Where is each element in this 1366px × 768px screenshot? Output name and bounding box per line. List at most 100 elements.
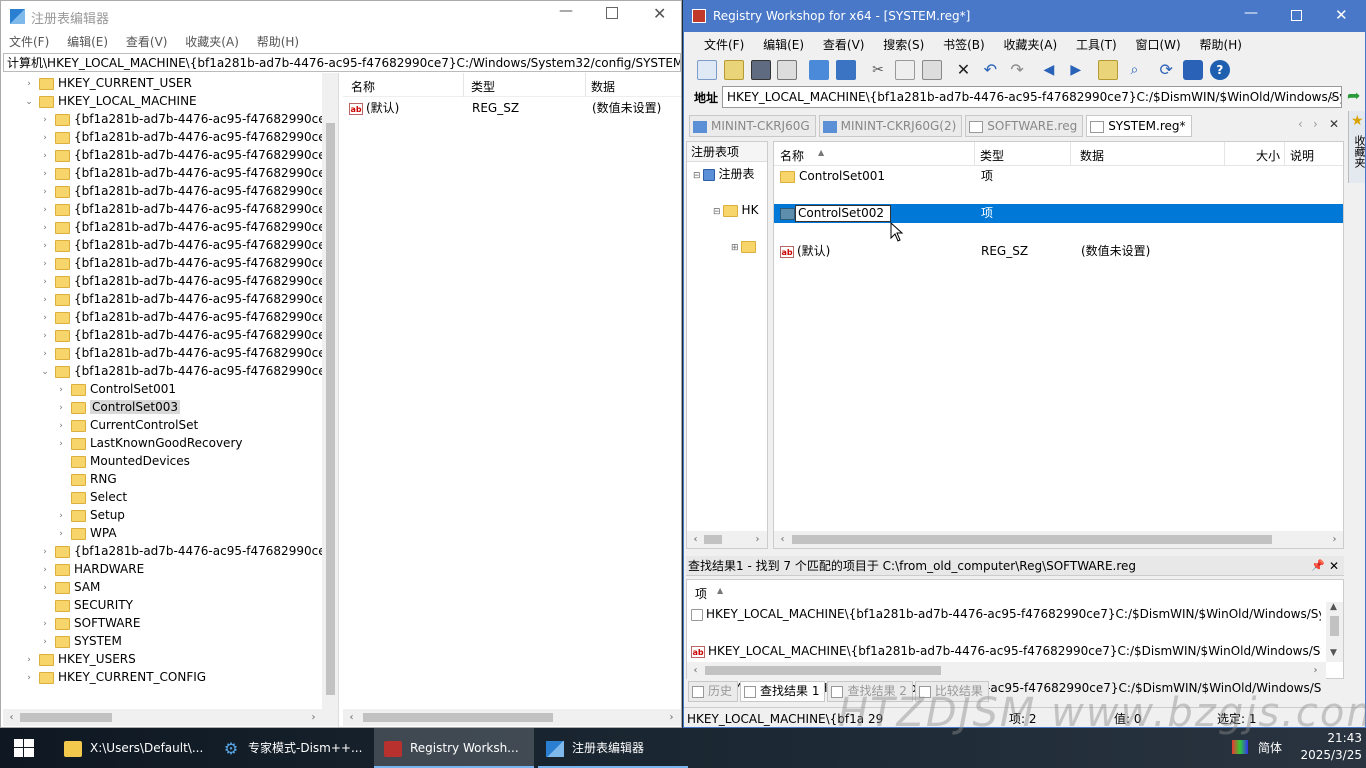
expand-chevron-icon[interactable]: › [55, 399, 67, 417]
taskbar-item-registry-workshop[interactable]: Registry Worksh... [374, 728, 534, 768]
taskbar-item-regedit[interactable]: 注册表编辑器 [538, 728, 688, 768]
expand-chevron-icon[interactable]: › [39, 543, 51, 561]
connect-icon[interactable] [809, 60, 830, 80]
find-hscroll-thumb[interactable] [705, 666, 941, 675]
expand-chevron-icon[interactable]: › [39, 309, 51, 327]
col-type[interactable]: 类型 [471, 78, 495, 95]
expand-chevron-icon[interactable]: › [39, 219, 51, 237]
tree-node-root[interactable]: ⊟ 注册表 [693, 165, 773, 183]
tree-hscroll-thumb[interactable] [20, 713, 112, 722]
expand-chevron-icon[interactable]: › [39, 615, 51, 633]
close-button[interactable]: ✕ [653, 4, 666, 23]
find-icon[interactable]: ⌕ [1124, 60, 1144, 80]
expand-chevron-icon[interactable]: › [39, 327, 51, 345]
menu-bookmarks[interactable]: 书签(B) [943, 36, 985, 54]
menu-edit[interactable]: 编辑(E) [763, 36, 804, 54]
find-row[interactable]: ab HKEY_LOCAL_MACHINE\{bf1a281b-ad7b-4476… [691, 642, 1321, 660]
menu-view[interactable]: 查看(V) [823, 36, 865, 54]
expand-chevron-icon[interactable]: ⌄ [39, 363, 51, 381]
tree-node[interactable]: › {bf1a281b-ad7b-4476-ac95-f47682990ce7 [3, 236, 333, 254]
tree-node[interactable]: › {bf1a281b-ad7b-4476-ac95-f47682990ce7 [3, 146, 333, 164]
forward-icon[interactable]: ▶ [1066, 60, 1086, 80]
bottom-tab[interactable]: 查找结果 1 [740, 681, 826, 702]
tab-next-icon[interactable]: › [1313, 117, 1318, 131]
up-level-icon[interactable] [1097, 60, 1118, 80]
menu-favorites[interactable]: 收藏夹(A) [1004, 36, 1058, 54]
scroll-left-icon[interactable]: ‹ [687, 662, 704, 679]
options-icon[interactable] [1183, 60, 1204, 80]
tree-node[interactable]: ⌄ HKEY_LOCAL_MACHINE [3, 92, 323, 110]
panel-close-icon[interactable]: ✕ [1329, 559, 1339, 573]
menu-window[interactable]: 窗口(W) [1135, 36, 1180, 54]
col-name[interactable]: 名称 [351, 78, 375, 95]
scroll-left-icon[interactable]: ‹ [774, 531, 791, 548]
favorites-sidebar[interactable]: ★ 收藏夹 [1348, 111, 1365, 183]
maximize-button[interactable] [1291, 10, 1302, 21]
expand-chevron-icon[interactable]: › [39, 579, 51, 597]
rw-list-hscrollbar[interactable]: ‹ › [774, 531, 1343, 548]
open-icon[interactable] [723, 60, 744, 80]
taskbar-item-dism[interactable]: ⚙ 专家模式-Dism++... [214, 728, 370, 768]
value-row[interactable]: ab (默认) REG_SZ (数值未设置) [349, 99, 679, 117]
minimize-button[interactable]: — [559, 3, 579, 19]
col-description[interactable]: 说明 [1290, 147, 1314, 164]
doc-tab[interactable]: SYSTEM.reg* [1086, 115, 1192, 137]
tree-node[interactable]: › SYSTEM [3, 632, 323, 650]
save-icon[interactable] [750, 60, 771, 80]
rw-list-hscroll-thumb[interactable] [792, 535, 1272, 544]
address-bar[interactable]: 计算机\HKEY_LOCAL_MACHINE\{bf1a281b-ad7b-44… [3, 53, 681, 72]
col-data[interactable]: 数据 [591, 78, 615, 95]
expand-chevron-icon[interactable]: › [55, 525, 67, 543]
expand-chevron-icon[interactable]: › [23, 651, 35, 669]
doc-tab[interactable]: SOFTWARE.reg [965, 115, 1084, 137]
expand-chevron-icon[interactable]: › [39, 201, 51, 219]
expand-chevron-icon[interactable]: › [55, 507, 67, 525]
find-vscroll-thumb[interactable] [1330, 616, 1339, 636]
tab-prev-icon[interactable]: ‹ [1298, 117, 1303, 131]
regedit-titlebar[interactable]: 注册表编辑器 — ✕ [1, 1, 681, 32]
expand-chevron-icon[interactable]: › [39, 633, 51, 651]
col-data[interactable]: 数据 [1080, 147, 1104, 164]
find-vscrollbar[interactable]: ▲ ▼ [1326, 602, 1343, 662]
tree-node[interactable]: › {bf1a281b-ad7b-4476-ac95-f47682990ce7 [3, 308, 333, 327]
tree-node[interactable]: › SOFTWARE [3, 614, 323, 632]
rw-titlebar[interactable]: Registry Workshop for x64 - [SYSTEM.reg*… [684, 1, 1365, 32]
pin-icon[interactable]: 📌 [1311, 559, 1325, 572]
tree-node[interactable]: › {bf1a281b-ad7b-4476-ac95-f47682990ce7 [3, 272, 333, 290]
list-row-controlset001[interactable]: ControlSet001 项 [774, 167, 1343, 185]
tree-node[interactable]: Select [3, 488, 323, 506]
menu-help[interactable]: 帮助(H) [257, 33, 299, 51]
find-col-item[interactable]: 项 [695, 585, 707, 602]
tree-node[interactable]: › {bf1a281b-ad7b-4476-ac95-f47682990ce7 [3, 110, 333, 128]
help-icon[interactable]: ? [1209, 60, 1230, 80]
expand-chevron-icon[interactable]: › [39, 561, 51, 579]
back-icon[interactable]: ◀ [1039, 60, 1059, 80]
ime-indicator[interactable]: 简体 [1258, 739, 1282, 756]
expand-chevron-icon[interactable]: › [23, 75, 35, 93]
start-button[interactable] [0, 728, 48, 768]
values-hscroll-thumb[interactable] [363, 713, 553, 722]
tree-vscroll-thumb[interactable] [326, 123, 335, 695]
list-row-editing[interactable]: ControlSet002 项 [774, 204, 1343, 223]
list-row-default[interactable]: ab (默认) REG_SZ (数值未设置) [774, 242, 1343, 260]
scroll-down-icon[interactable]: ▼ [1330, 648, 1337, 658]
tree-node[interactable]: ⌄ {bf1a281b-ad7b-4476-ac95-f47682990ce7 [3, 362, 333, 381]
col-name[interactable]: 名称 [780, 147, 804, 164]
tree-node[interactable]: › LastKnownGoodRecovery [3, 434, 323, 452]
scroll-left-icon[interactable]: ‹ [3, 709, 20, 726]
menu-file[interactable]: 文件(F) [9, 33, 49, 51]
scroll-up-icon[interactable]: ▲ [1330, 602, 1337, 612]
tree-node[interactable]: › {bf1a281b-ad7b-4476-ac95-f47682990ce7 [3, 164, 333, 182]
color-icon[interactable] [1232, 740, 1248, 754]
tree-node[interactable]: › {bf1a281b-ad7b-4476-ac95-f47682990ce7 [3, 344, 333, 362]
go-arrow-icon[interactable]: ➦ [1347, 86, 1360, 105]
col-type[interactable]: 类型 [980, 147, 1004, 164]
expand-chevron-icon[interactable]: ⌄ [23, 93, 35, 111]
tab-close-icon[interactable]: ✕ [1329, 117, 1339, 131]
new-icon[interactable] [697, 60, 717, 80]
tree-node[interactable]: › HKEY_USERS [3, 650, 323, 668]
menu-view[interactable]: 查看(V) [126, 33, 168, 51]
tree-node[interactable]: SECURITY [3, 596, 323, 614]
menu-tools[interactable]: 工具(T) [1076, 36, 1117, 54]
menu-edit[interactable]: 编辑(E) [67, 33, 108, 51]
